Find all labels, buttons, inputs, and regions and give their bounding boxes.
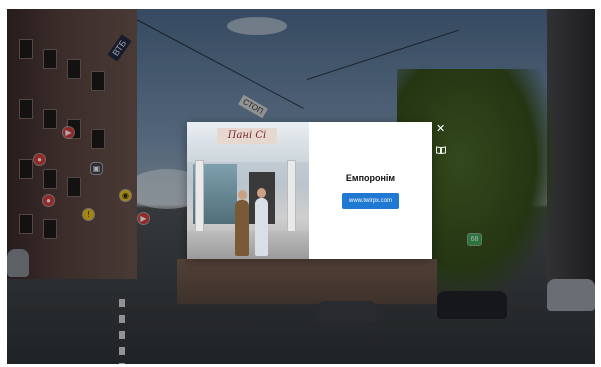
book-icon[interactable] [436,146,446,154]
pillar [287,160,296,242]
close-icon[interactable]: ✕ [436,124,445,135]
person-head [257,188,266,198]
website-link-button[interactable]: www.twirpx.com [341,192,399,209]
pillar [195,160,204,242]
modal-body: Емпоронім www.twirpx.com [309,122,432,259]
person [255,188,268,256]
info-modal: Пані Сі Емпоронім www.twirpx.com [187,122,432,259]
modal-photo: Пані Сі [187,122,309,259]
person-head [237,190,247,200]
modal-title: Емпоронім [345,172,396,183]
shop-sign: Пані Сі [217,128,277,144]
person [235,190,249,256]
